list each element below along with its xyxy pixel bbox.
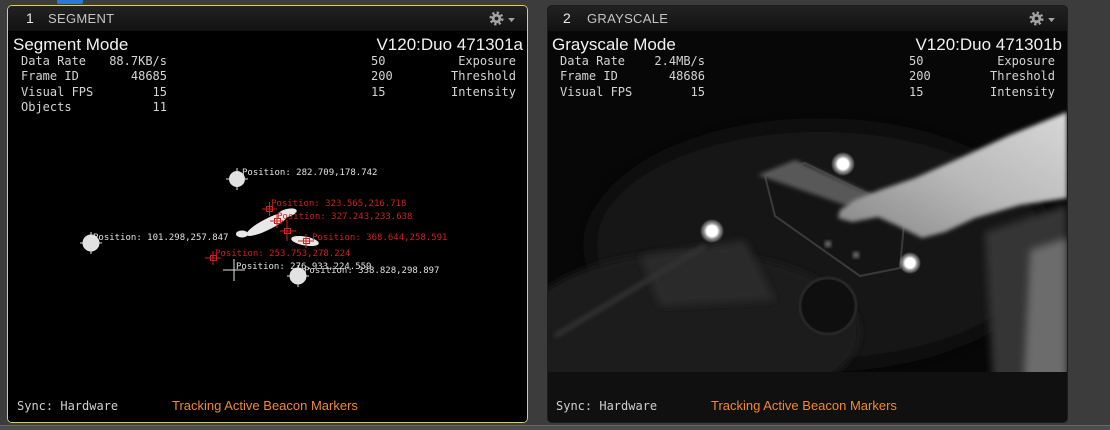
active-tab-indicator[interactable]: [57, 0, 83, 4]
camera-settings-list: 50 Exposure 200 Threshold 15 Intensity: [909, 54, 1055, 100]
tracking-status: Tracking Active Beacon Markers: [711, 398, 897, 413]
led-marker-dim: [853, 252, 859, 258]
stat-label: Data Rate: [21, 54, 87, 68]
chevron-down-icon[interactable]: [1048, 18, 1055, 23]
setting-value: 15: [371, 84, 386, 99]
stat-value: 48686: [668, 69, 705, 84]
viewport-number: 2: [563, 10, 571, 26]
chevron-down-icon[interactable]: [508, 18, 515, 23]
sync-status: Sync: Hardware: [556, 399, 658, 413]
camera-view-segment[interactable]: Position: 282.709,178.742 Position: 101.…: [8, 31, 527, 422]
marker-label: Position: 276.933,224.559: [236, 262, 371, 272]
camera-viewport-2[interactable]: 2 GRAYSCALE Grayscale Mode V120:Duo 4713…: [547, 5, 1068, 423]
tracking-status: Tracking Active Beacon Markers: [172, 398, 358, 413]
marker-label-red: Position: 368.644,258.591: [312, 233, 447, 243]
marker-label: Position: 101.298,257.847: [93, 233, 228, 243]
stat-value: 15: [152, 84, 167, 99]
setting-row-threshold: 200 Threshold: [909, 69, 1055, 84]
setting-value: 50: [909, 54, 924, 68]
viewport-header: 2 GRAYSCALE: [548, 6, 1067, 31]
mode-label: Grayscale Mode: [552, 35, 676, 54]
segment-blob: [236, 230, 248, 238]
setting-row-exposure: 50 Exposure: [909, 54, 1055, 69]
stat-row-visual-fps: Visual FPS 15: [560, 85, 705, 100]
camera-viewport-1[interactable]: 1 SEGMENT Position: 282.709,178.742 Posi…: [7, 5, 528, 423]
stat-row-objects: Objects 11: [21, 100, 167, 115]
viewport-number: 1: [26, 10, 34, 26]
marker-label-red: Position: 323.565,216.718: [271, 199, 406, 209]
stat-label: Frame ID: [560, 69, 618, 84]
stat-value: 15: [690, 84, 705, 99]
setting-label: Intensity: [989, 84, 1055, 99]
setting-value: 50: [371, 54, 386, 68]
setting-row-threshold: 200 Threshold: [371, 69, 516, 84]
viewport-header: 1 SEGMENT: [8, 6, 527, 31]
gear-icon[interactable]: [489, 11, 504, 26]
camera-view-grayscale[interactable]: Grayscale Mode V120:Duo 471301b Data Rat…: [548, 31, 1067, 422]
stat-row-frame-id: Frame ID 48686: [560, 69, 705, 84]
setting-label: Exposure: [997, 54, 1055, 68]
stat-label: Frame ID: [21, 69, 79, 84]
marker-label: Position: 282.709,178.742: [242, 168, 377, 178]
mode-label: Segment Mode: [13, 35, 129, 54]
stat-row-visual-fps: Visual FPS 15: [21, 85, 167, 100]
camera-id: V120:Duo 471301b: [915, 35, 1062, 54]
camera-id: V120:Duo 471301a: [376, 35, 523, 54]
sync-status: Sync: Hardware: [17, 399, 119, 413]
setting-row-intensity: 15 Intensity: [371, 85, 516, 100]
stat-row-data-rate: Data Rate 2.4MB/s: [560, 54, 705, 69]
setting-value: 200: [909, 69, 931, 84]
camera-settings-list: 50 Exposure 200 Threshold 15 Intensity: [371, 54, 516, 100]
stat-row-data-rate: Data Rate 88.7KB/s: [21, 54, 167, 69]
setting-label: Intensity: [450, 84, 516, 99]
stats-list: Data Rate 88.7KB/s Frame ID 48685 Visual…: [21, 54, 167, 116]
stat-value: 48685: [130, 69, 167, 84]
pane-splitter[interactable]: [0, 425, 1110, 430]
setting-label: Threshold: [450, 69, 516, 84]
marker-label-red: Position: 327.243,233.638: [277, 212, 412, 222]
setting-row-intensity: 15 Intensity: [909, 85, 1055, 100]
stat-label: Data Rate: [560, 54, 626, 68]
led-marker-dim: [825, 241, 831, 247]
viewport-title: GRAYSCALE: [587, 11, 669, 26]
stat-label: Objects: [21, 100, 72, 115]
stat-value: 88.7KB/s: [109, 54, 167, 68]
stat-label: Visual FPS: [560, 84, 633, 99]
setting-row-exposure: 50 Exposure: [371, 54, 516, 69]
stat-row-frame-id: Frame ID 48685: [21, 69, 167, 84]
led-marker: [700, 219, 724, 243]
gear-icon[interactable]: [1029, 11, 1044, 26]
setting-value: 200: [371, 69, 393, 84]
marker-label-red: Position: 253.753,278.224: [215, 249, 350, 259]
led-marker: [899, 252, 921, 274]
stats-list: Data Rate 2.4MB/s Frame ID 48686 Visual …: [560, 54, 705, 100]
stat-value: 2.4MB/s: [654, 54, 705, 68]
setting-label: Threshold: [989, 69, 1055, 84]
viewport-title: SEGMENT: [48, 11, 115, 26]
floor: [548, 372, 1067, 422]
setting-value: 15: [909, 84, 924, 99]
stat-label: Visual FPS: [21, 84, 94, 99]
setting-label: Exposure: [458, 54, 516, 68]
stat-value: 11: [152, 100, 167, 115]
led-marker: [831, 152, 855, 176]
dark-sphere: [798, 276, 858, 336]
